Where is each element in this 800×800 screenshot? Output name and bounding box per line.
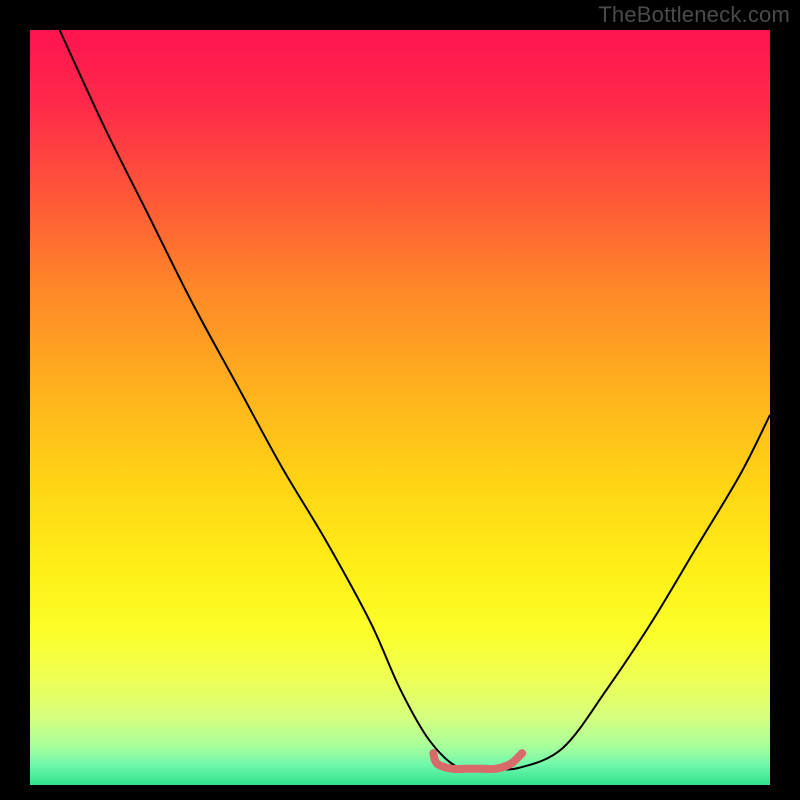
gradient-background xyxy=(30,30,770,785)
chart-svg xyxy=(30,30,770,785)
watermark-text: TheBottleneck.com xyxy=(598,2,790,28)
chart-frame: TheBottleneck.com xyxy=(0,0,800,800)
chart-plot-area xyxy=(30,30,770,785)
